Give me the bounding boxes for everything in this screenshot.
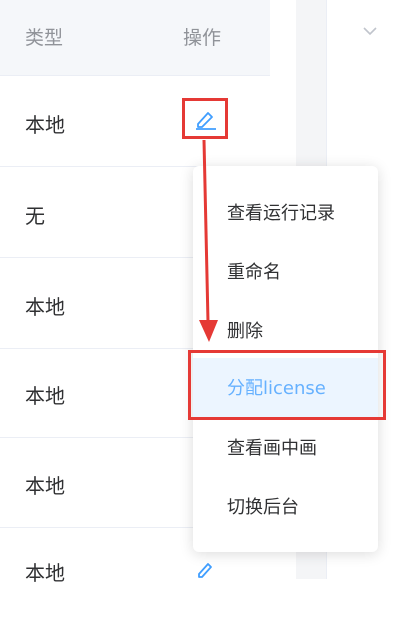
menu-item-label: 切换后台 — [227, 497, 299, 518]
edit-button[interactable] — [182, 98, 228, 139]
menu-item-switch-background[interactable]: 切换后台 — [193, 477, 378, 536]
column-header-actions: 操作 — [183, 27, 222, 49]
menu-item-view-pip[interactable]: 查看画中画 — [193, 418, 378, 477]
type-cell: 本地 — [25, 474, 65, 498]
type-cell: 无 — [25, 204, 45, 228]
type-cell: 本地 — [25, 113, 65, 137]
type-cell: 本地 — [25, 561, 65, 585]
table-header: 类型 操作 — [0, 0, 270, 76]
menu-item-label: 查看画中画 — [227, 438, 317, 459]
type-cell: 本地 — [25, 295, 65, 319]
chevron-down-icon[interactable] — [362, 26, 378, 36]
menu-item-label: 查看运行记录 — [227, 203, 335, 224]
table-row: 本地 — [0, 76, 270, 167]
menu-item-view-run-records[interactable]: 查看运行记录 — [193, 183, 378, 242]
edit-icon — [196, 112, 216, 130]
annotation-highlight-box — [188, 350, 386, 420]
type-cell: 本地 — [25, 384, 65, 408]
menu-item-label: 删除 — [227, 321, 263, 342]
edit-icon[interactable] — [196, 558, 216, 579]
menu-item-label: 重命名 — [227, 262, 281, 283]
menu-item-rename[interactable]: 重命名 — [193, 242, 378, 301]
column-header-type: 类型 — [25, 27, 64, 49]
